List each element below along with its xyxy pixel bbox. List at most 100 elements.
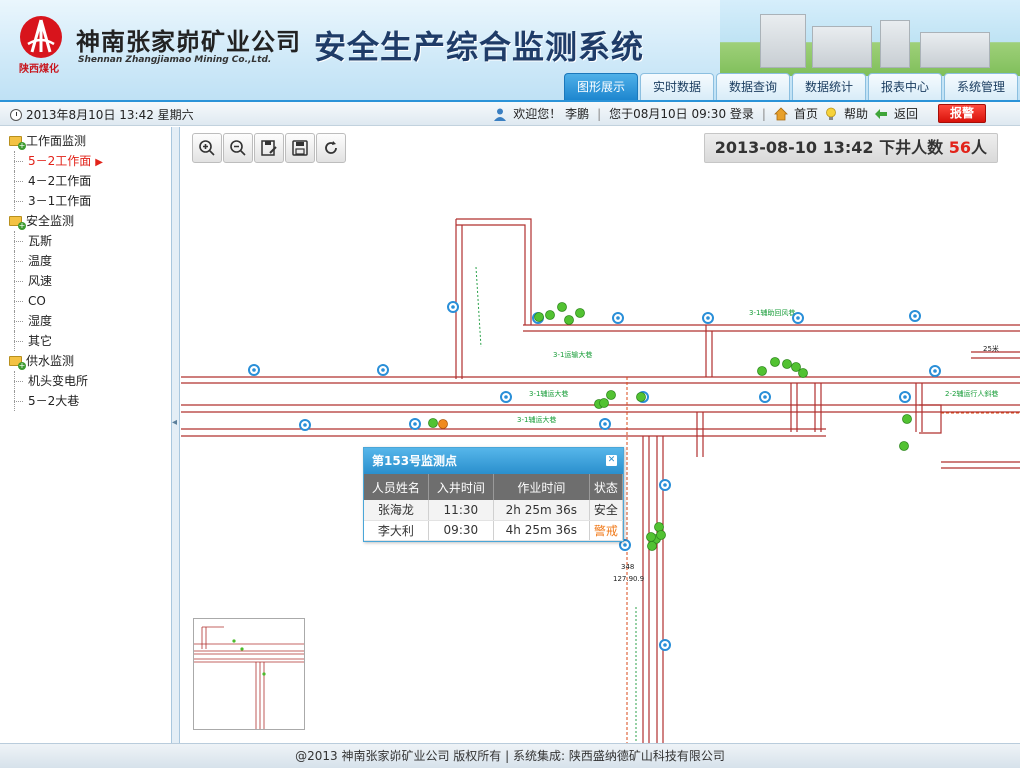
underground-personnel-count: 2013-08-10 13:42 下井人数 56人 — [703, 133, 998, 163]
overview-minimap[interactable] — [193, 618, 305, 730]
column-header: 人员姓名 — [364, 474, 429, 500]
personnel-marker-icon[interactable] — [636, 392, 646, 402]
tab-realtime-data[interactable]: 实时数据 — [640, 73, 714, 100]
save-edit-button[interactable] — [254, 133, 284, 163]
map-label: 2-2辅运行人斜巷 — [945, 389, 998, 398]
personnel-marker-icon[interactable] — [599, 398, 609, 408]
tab-report-center[interactable]: 报表中心 — [868, 73, 942, 100]
cell-in-time: 11:30 — [428, 500, 494, 521]
sensor-dot — [504, 395, 508, 399]
login-info-text: 您于08月10日 09:30 登录 — [609, 107, 754, 121]
tree-item-workface-3-1[interactable]: 3－1工作面 — [0, 191, 171, 211]
alarm-button[interactable]: 报警 — [938, 104, 986, 123]
table-row[interactable]: 李大利 09:30 4h 25m 36s 警戒 — [364, 520, 624, 541]
sensor-dot — [663, 643, 667, 647]
floppy-disk-icon — [292, 140, 308, 156]
warning-personnel-marker-icon[interactable] — [438, 419, 448, 429]
refresh-button[interactable] — [316, 133, 346, 163]
cell-work-time: 2h 25m 36s — [493, 500, 590, 521]
table-row[interactable]: 张海龙 11:30 2h 25m 36s 安全 — [364, 500, 624, 521]
map-toolbar — [192, 133, 346, 163]
personnel-marker-icon[interactable] — [782, 359, 792, 369]
sensor-dot — [663, 483, 667, 487]
tab-system-admin[interactable]: 系统管理 — [944, 73, 1018, 100]
sensor-dot — [451, 305, 455, 309]
tree-item-workface-5-2[interactable]: 5－2工作面 ▶ — [0, 151, 171, 171]
tree-group-header[interactable]: 安全监测 — [0, 211, 171, 231]
personnel-marker-icon[interactable] — [646, 532, 656, 542]
personnel-marker-icon[interactable] — [647, 541, 657, 551]
tree-item-label: 5－2工作面 — [28, 154, 92, 168]
company-logo-icon — [20, 16, 62, 58]
personnel-marker-icon[interactable] — [428, 418, 438, 428]
back-link[interactable]: 返回 — [894, 105, 918, 122]
help-link[interactable]: 帮助 — [844, 105, 868, 122]
map-label: 3-1辅运大巷 — [529, 389, 568, 398]
zoom-out-icon — [230, 140, 246, 156]
datetime-text: 2013年8月10日 13:42 星期六 — [26, 108, 194, 122]
map-label: 127.90.9 — [613, 575, 644, 583]
tree-item-humidity[interactable]: 湿度 — [0, 311, 171, 331]
tree-item-temperature[interactable]: 温度 — [0, 251, 171, 271]
save-button[interactable] — [285, 133, 315, 163]
home-icon — [773, 106, 788, 120]
stat-unit: 人 — [970, 138, 987, 157]
home-link[interactable]: 首页 — [794, 105, 818, 122]
sensor-dot — [796, 316, 800, 320]
folder-icon — [9, 136, 26, 150]
tree-group-header[interactable]: 供水监测 — [0, 351, 171, 371]
personnel-marker-icon[interactable] — [902, 414, 912, 424]
logo-caption: 陕西煤化 — [19, 64, 59, 75]
sensor-dot — [913, 314, 917, 318]
cell-work-time: 4h 25m 36s — [493, 520, 590, 541]
personnel-marker-icon[interactable] — [564, 315, 574, 325]
tree-item-label: CO — [28, 294, 46, 308]
tree-group-label: 安全监测 — [26, 214, 75, 228]
cell-status: 警戒 — [589, 520, 624, 541]
stat-datetime: 2013-08-10 13:42 — [714, 138, 874, 157]
personnel-marker-icon[interactable] — [606, 390, 616, 400]
tree-item-label: 5－2大巷 — [28, 394, 80, 408]
cell-name: 李大利 — [364, 520, 429, 541]
personnel-marker-icon[interactable] — [575, 308, 585, 318]
tree-item-gas[interactable]: 瓦斯 — [0, 231, 171, 251]
tab-data-statistics[interactable]: 数据统计 — [792, 73, 866, 100]
tree-item-wind-speed[interactable]: 风速 — [0, 271, 171, 291]
tree-item-co[interactable]: CO — [0, 291, 171, 311]
map-label: 3-1辅运大巷 — [517, 415, 556, 424]
tab-graphics[interactable]: 图形展示 — [564, 73, 638, 100]
zoom-in-button[interactable] — [192, 133, 222, 163]
personnel-marker-icon[interactable] — [899, 441, 909, 451]
tree-item-substation[interactable]: 机头变电所 — [0, 371, 171, 391]
monitor-point-popup: 第153号监测点 ✕ 人员姓名 入井时间 作业时间 状态 张海龙 11:30 2… — [363, 447, 624, 542]
mine-tunnel-map[interactable]: 3-1辅助回风巷 3-1运输大巷 3-1辅运大巷 3-1辅运大巷 2-2辅运行人… — [181, 127, 1020, 743]
clock-icon — [10, 108, 22, 121]
help-bulb-icon — [826, 107, 836, 120]
personnel-marker-icon[interactable] — [770, 357, 780, 367]
header: 陕西煤化 神南张家峁矿业公司 Shennan Zhangjiamao Minin… — [0, 0, 1020, 100]
tree-group-header[interactable]: 工作面监测 — [0, 131, 171, 151]
company-name-cn: 神南张家峁矿业公司 — [76, 28, 301, 56]
sidebar-collapse-handle[interactable] — [172, 127, 180, 743]
tree-item-workface-4-2[interactable]: 4－2工作面 — [0, 171, 171, 191]
personnel-marker-icon[interactable] — [654, 522, 664, 532]
system-title: 安全生产综合监测系统 — [314, 28, 645, 66]
personnel-marker-icon[interactable] — [534, 312, 544, 322]
map-label: 3-1辅助回风巷 — [749, 308, 795, 317]
personnel-marker-icon[interactable] — [798, 368, 808, 378]
tab-data-query[interactable]: 数据查询 — [716, 73, 790, 100]
personnel-marker-icon[interactable] — [757, 366, 767, 376]
folder-icon — [9, 216, 26, 230]
tree-item-label: 其它 — [28, 334, 53, 348]
divider: | — [597, 106, 602, 121]
map-label: 3-1运输大巷 — [553, 350, 592, 359]
tree-item-label: 4－2工作面 — [28, 174, 92, 188]
close-icon[interactable]: ✕ — [606, 455, 617, 466]
tree-item-5-2-roadway[interactable]: 5－2大巷 — [0, 391, 171, 411]
sensor-dot — [903, 395, 907, 399]
personnel-marker-icon[interactable] — [656, 530, 666, 540]
tree-item-other[interactable]: 其它 — [0, 331, 171, 351]
personnel-marker-icon[interactable] — [557, 302, 567, 312]
zoom-out-button[interactable] — [223, 133, 253, 163]
personnel-marker-icon[interactable] — [545, 310, 555, 320]
